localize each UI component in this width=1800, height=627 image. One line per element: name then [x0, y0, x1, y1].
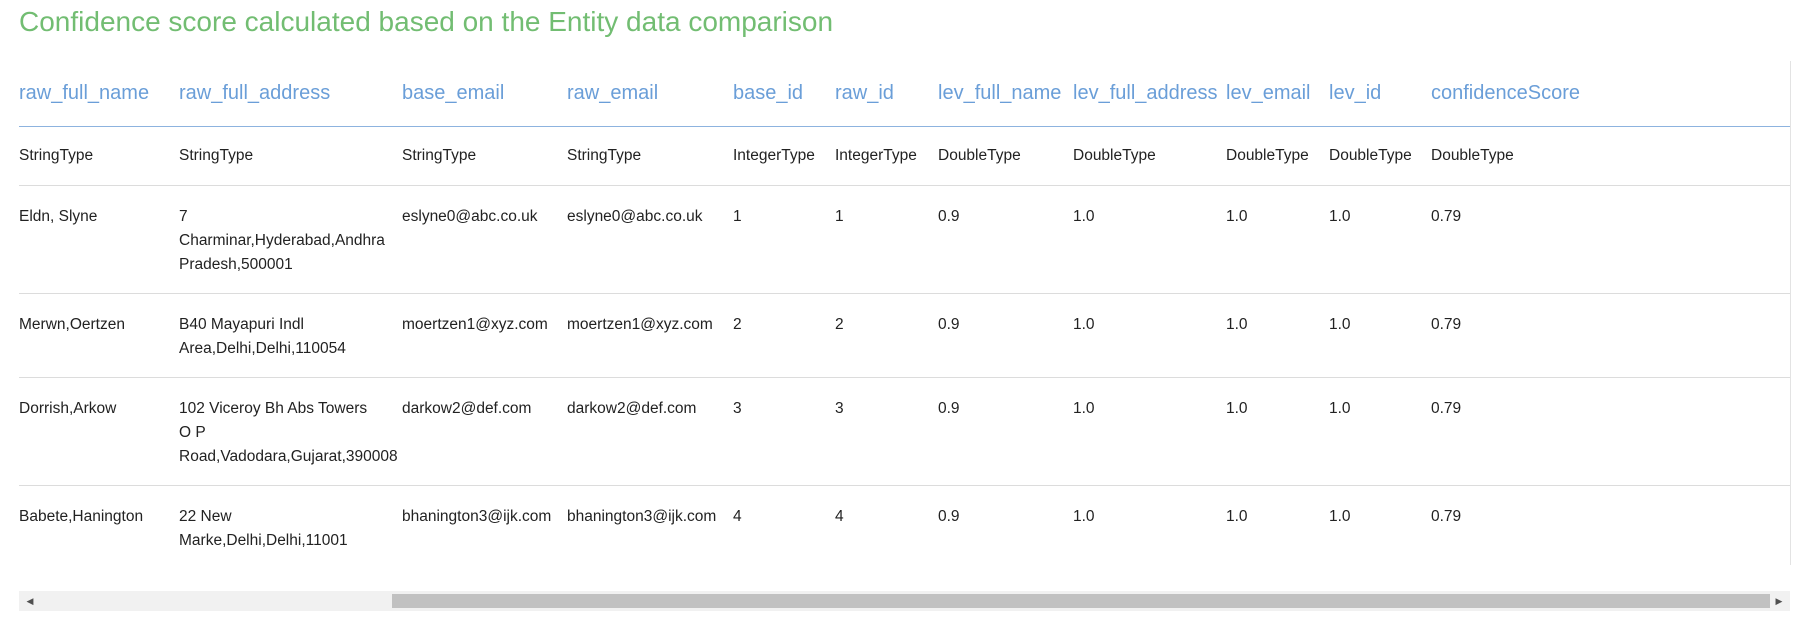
table-cell-lev-full-address: 1.0 [1054, 185, 1207, 294]
scrollbar-thumb[interactable] [392, 594, 1770, 608]
table-cell-base-id: 2 [714, 293, 816, 378]
column-type: IntegerType [714, 126, 816, 186]
table-cell-raw-full-name: Babete,Hanington [19, 485, 160, 565]
column-type: DoubleType [1310, 126, 1412, 186]
column-header[interactable]: confidenceScore [1412, 61, 1790, 127]
column-header[interactable]: raw_full_address [160, 61, 383, 127]
table-cell-raw-id: 2 [816, 293, 919, 378]
column-header[interactable]: base_id [714, 61, 816, 127]
table-cell-raw-full-name: Merwn,Oertzen [19, 293, 160, 378]
table-cell-base-id: 1 [714, 185, 816, 294]
table-cell-lev-full-name: 0.9 [919, 377, 1054, 486]
table-cell-raw-email: bhanington3@ijk.com [548, 485, 716, 565]
table-cell-lev-full-name: 0.9 [919, 485, 1054, 565]
column-type: DoubleType [1054, 126, 1207, 186]
column-header[interactable]: base_email [383, 61, 548, 127]
column-type-row: StringType StringType StringType StringT… [19, 126, 1790, 186]
results-table: raw_full_name raw_full_address base_emai… [19, 61, 1790, 565]
table-cell-base-email: moertzen1@xyz.com [383, 293, 548, 378]
table-cell-base-email: eslyne0@abc.co.uk [383, 185, 548, 294]
results-table-viewport[interactable]: raw_full_name raw_full_address base_emai… [19, 61, 1791, 565]
column-header[interactable]: lev_full_address [1054, 61, 1218, 127]
table-cell-confidence-score: 0.79 [1412, 293, 1790, 378]
table-cell-base-email: darkow2@def.com [383, 377, 548, 486]
page-title: Confidence score calculated based on the… [19, 6, 834, 37]
table-cell-lev-email: 1.0 [1207, 293, 1310, 378]
column-header[interactable]: raw_email [548, 61, 714, 127]
column-header[interactable]: lev_full_name [919, 61, 1061, 127]
table-row: Eldn, Slyne 7 Charminar,Hyderabad,Andhra… [19, 185, 1790, 294]
table-cell-confidence-score: 0.79 [1412, 185, 1790, 294]
column-type: StringType [19, 126, 160, 186]
table-cell-raw-full-name: Dorrish,Arkow [19, 377, 160, 486]
table-cell-base-id: 4 [714, 485, 816, 565]
table-cell-raw-full-name: Eldn, Slyne [19, 185, 160, 294]
column-header[interactable]: raw_id [816, 61, 919, 127]
cell-text: B40 Mayapuri Indl Area,Delhi,Delhi,11005… [179, 316, 346, 357]
column-type: DoubleType [1412, 126, 1790, 186]
table-cell-lev-email: 1.0 [1207, 377, 1310, 486]
table-cell-confidence-score: 0.79 [1412, 485, 1790, 565]
cell-text: 7 Charminar,Hyderabad,Andhra Pradesh,500… [179, 208, 385, 273]
table-cell-raw-full-address: 7 Charminar,Hyderabad,Andhra Pradesh,500… [160, 185, 385, 294]
table-cell-raw-email: eslyne0@abc.co.uk [548, 185, 714, 294]
table-cell-lev-id: 1.0 [1310, 377, 1412, 486]
scroll-left-arrow-icon[interactable]: ◀ [21, 591, 39, 611]
column-type: StringType [160, 126, 383, 186]
table-cell-lev-full-address: 1.0 [1054, 377, 1207, 486]
cell-text: 22 New Marke,Delhi,Delhi,11001 [179, 508, 348, 549]
table-row: Merwn,Oertzen B40 Mayapuri Indl Area,Del… [19, 293, 1790, 378]
table-cell-lev-full-name: 0.9 [919, 293, 1054, 378]
table-row: Babete,Hanington 22 New Marke,Delhi,Delh… [19, 485, 1790, 565]
table-cell-confidence-score: 0.79 [1412, 377, 1790, 486]
header-row: raw_full_name raw_full_address base_emai… [19, 61, 1790, 127]
column-type: DoubleType [919, 126, 1054, 186]
table-cell-raw-full-address: 102 Viceroy Bh Abs Towers O P Road,Vadod… [160, 377, 398, 486]
column-type: DoubleType [1207, 126, 1310, 186]
table-cell-lev-id: 1.0 [1310, 185, 1412, 294]
table-row: Dorrish,Arkow 102 Viceroy Bh Abs Towers … [19, 377, 1790, 486]
table-cell-lev-id: 1.0 [1310, 293, 1412, 378]
column-type: StringType [383, 126, 548, 186]
column-type: StringType [548, 126, 714, 186]
table-cell-lev-full-address: 1.0 [1054, 485, 1207, 565]
table-cell-lev-email: 1.0 [1207, 485, 1310, 565]
table-cell-lev-full-name: 0.9 [919, 185, 1054, 294]
table-cell-raw-full-address: 22 New Marke,Delhi,Delhi,11001 [160, 485, 383, 565]
scroll-right-arrow-icon[interactable]: ▶ [1770, 591, 1788, 611]
table-cell-raw-email: moertzen1@xyz.com [548, 293, 714, 378]
table-cell-lev-id: 1.0 [1310, 485, 1412, 565]
table-cell-raw-full-address: B40 Mayapuri Indl Area,Delhi,Delhi,11005… [160, 293, 383, 378]
column-header[interactable]: lev_email [1207, 61, 1310, 127]
table-cell-raw-id: 3 [816, 377, 919, 486]
table-cell-base-email: bhanington3@ijk.com [383, 485, 551, 565]
table-cell-lev-full-address: 1.0 [1054, 293, 1207, 378]
table-cell-raw-id: 1 [816, 185, 919, 294]
cell-text: 102 Viceroy Bh Abs Towers O P Road,Vadod… [179, 400, 398, 465]
horizontal-scrollbar[interactable]: ◀ ▶ [19, 591, 1790, 611]
column-header[interactable]: raw_full_name [19, 61, 160, 127]
column-header[interactable]: lev_id [1310, 61, 1412, 127]
table-cell-lev-email: 1.0 [1207, 185, 1310, 294]
table-cell-base-id: 3 [714, 377, 816, 486]
table-cell-raw-id: 4 [816, 485, 919, 565]
table-cell-raw-email: darkow2@def.com [548, 377, 714, 486]
column-type: IntegerType [816, 126, 919, 186]
